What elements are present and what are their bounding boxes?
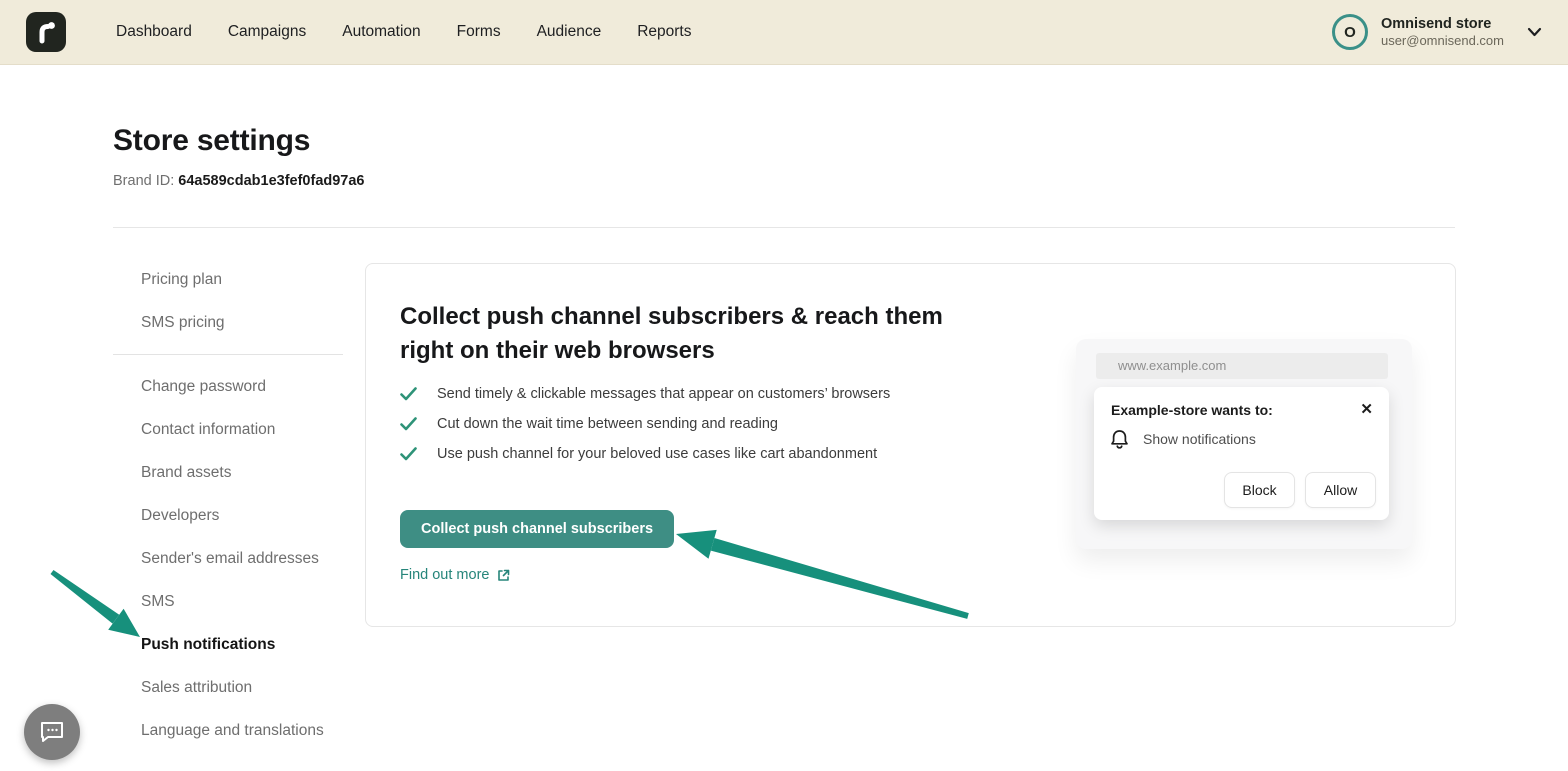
nav-automation[interactable]: Automation [342, 23, 420, 41]
brand-id-value: 64a589cdab1e3fef0fad97a6 [178, 173, 364, 189]
push-notifications-card: Collect push channel subscribers & reach… [365, 263, 1456, 627]
collect-push-subscribers-button[interactable]: Collect push channel subscribers [400, 510, 674, 548]
sidebar-item-sms[interactable]: SMS [113, 580, 343, 623]
chat-icon [38, 719, 66, 745]
sidebar-item-language-and-translations[interactable]: Language and translations [113, 709, 343, 752]
nav-campaigns[interactable]: Campaigns [228, 23, 306, 41]
card-heading: Collect push channel subscribers & reach… [400, 300, 945, 368]
external-link-icon [497, 569, 510, 582]
list-item: Cut down the wait time between sending a… [400, 416, 890, 432]
sidebar-item-change-password[interactable]: Change password [113, 365, 343, 408]
sidebar-item-senders-email-addresses[interactable]: Sender's email addresses [113, 537, 343, 580]
find-out-more-label: Find out more [400, 567, 489, 583]
popup-title: Example-store wants to: [1111, 402, 1273, 418]
sidebar-item-push-notifications[interactable]: Push notifications [113, 623, 343, 666]
brand-id: Brand ID: 64a589cdab1e3fef0fad97a6 [113, 173, 365, 189]
account-name: Omnisend store [1381, 15, 1504, 33]
benefit-text: Send timely & clickable messages that ap… [437, 386, 890, 402]
check-icon [400, 387, 417, 401]
avatar-letter: O [1344, 24, 1356, 41]
list-item: Send timely & clickable messages that ap… [400, 386, 890, 402]
benefit-text: Cut down the wait time between sending a… [437, 416, 778, 432]
main-nav: Dashboard Campaigns Automation Forms Aud… [116, 23, 692, 41]
nav-forms[interactable]: Forms [457, 23, 501, 41]
sidebar-item-contact-information[interactable]: Contact information [113, 408, 343, 451]
find-out-more-link[interactable]: Find out more [400, 567, 510, 583]
check-icon [400, 447, 417, 461]
sidebar-item-developers[interactable]: Developers [113, 494, 343, 537]
benefit-text: Use push channel for your beloved use ca… [437, 446, 877, 462]
account-email: user@omnisend.com [1381, 33, 1504, 49]
check-icon [400, 417, 417, 431]
bell-icon [1109, 428, 1130, 450]
popup-title-row: Example-store wants to: ✕ [1094, 387, 1389, 418]
benefit-list: Send timely & clickable messages that ap… [400, 386, 890, 476]
mockup-block-button: Block [1224, 472, 1295, 508]
nav-dashboard[interactable]: Dashboard [116, 23, 192, 41]
browser-mockup: www.example.com Example-store wants to: … [1076, 339, 1412, 549]
omnisend-logo[interactable] [26, 12, 66, 52]
nav-reports[interactable]: Reports [637, 23, 691, 41]
popup-permission-text: Show notifications [1143, 431, 1256, 447]
account-info: Omnisend store user@omnisend.com [1381, 15, 1504, 49]
list-item: Use push channel for your beloved use ca… [400, 446, 890, 462]
sidebar-item-brand-assets[interactable]: Brand assets [113, 451, 343, 494]
sidebar-item-pricing-plan[interactable]: Pricing plan [113, 258, 343, 301]
chevron-down-icon [1527, 27, 1542, 37]
mockup-allow-button: Allow [1305, 472, 1376, 508]
popup-permission-row: Show notifications [1094, 418, 1389, 450]
chat-launcher-button[interactable] [24, 704, 80, 760]
mockup-url-bar: www.example.com [1096, 353, 1388, 379]
brand-id-label: Brand ID: [113, 173, 174, 189]
close-icon: ✕ [1360, 402, 1373, 417]
settings-sidebar: Pricing plan SMS pricing Change password… [113, 258, 343, 752]
title-divider [113, 227, 1455, 228]
avatar: O [1332, 14, 1368, 50]
account-menu[interactable]: O Omnisend store user@omnisend.com [1332, 14, 1542, 50]
sidebar-divider [113, 354, 343, 355]
omnisend-logo-icon [33, 19, 59, 45]
nav-audience[interactable]: Audience [537, 23, 602, 41]
popup-buttons: Block Allow [1224, 472, 1376, 508]
page-title: Store settings [113, 124, 310, 158]
mockup-permission-popup: Example-store wants to: ✕ Show notificat… [1094, 387, 1389, 520]
sidebar-item-sales-attribution[interactable]: Sales attribution [113, 666, 343, 709]
sidebar-item-sms-pricing[interactable]: SMS pricing [113, 301, 343, 344]
top-nav-bar: Dashboard Campaigns Automation Forms Aud… [0, 0, 1568, 65]
